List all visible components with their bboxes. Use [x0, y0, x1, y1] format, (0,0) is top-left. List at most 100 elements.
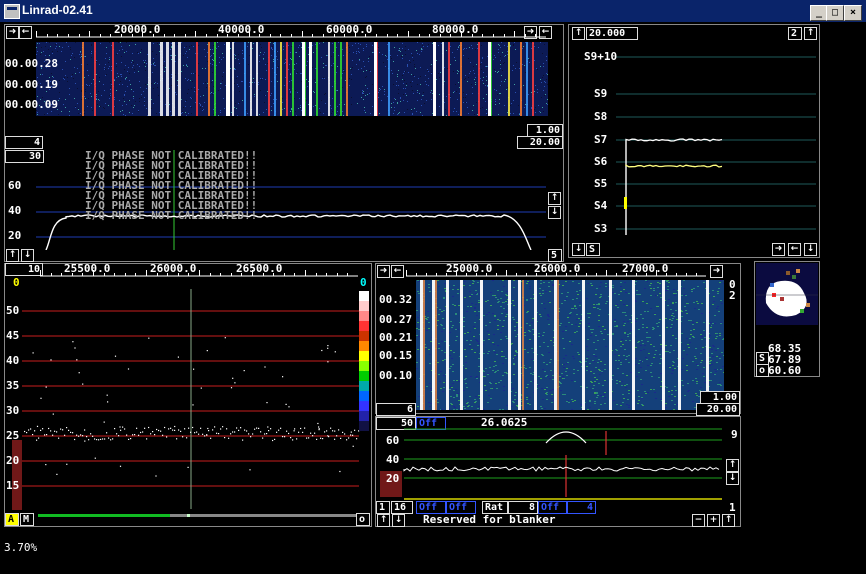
hires-left-arrow-icon[interactable]: ← [391, 265, 404, 278]
hires-right2-arrow-icon[interactable]: ➜ [710, 265, 723, 278]
title-bar[interactable]: Linrad-02.41 _ □ × [0, 0, 866, 22]
afc-down2-arrow-icon[interactable]: ↓ [392, 514, 405, 527]
smeter-left-arrow-icon[interactable]: ← [788, 243, 801, 256]
wide-left-arrow-icon[interactable]: ➜ [6, 26, 19, 39]
waterfall-noise-dot [363, 71, 364, 72]
hires-noise-dot [693, 288, 695, 289]
baseband-noise-dot [326, 430, 328, 432]
wide-waterfall[interactable] [36, 42, 548, 116]
baseband-graph[interactable] [4, 277, 374, 517]
maximize-button[interactable]: □ [826, 5, 844, 21]
baseband-m-button[interactable]: M [20, 513, 34, 526]
waterfall-noise-dot [206, 87, 207, 88]
waterfall-noise-dot [420, 84, 421, 85]
hires-noise-dot [630, 372, 632, 373]
hires-carrier [480, 280, 483, 410]
waterfall-noise-dot [169, 88, 170, 89]
waterfall-noise-dot [323, 42, 324, 43]
waterfall-noise-dot [235, 69, 236, 70]
waterfall-noise-dot [88, 98, 89, 99]
hires-noise-dot [439, 309, 441, 310]
baseband-noise-dot [98, 439, 100, 441]
waterfall-noise-dot [212, 94, 213, 95]
hires-noise-dot [596, 392, 598, 393]
hires-noise-dot [593, 304, 595, 305]
smeter-right-arrow-icon[interactable]: ➜ [772, 243, 785, 256]
hires-noise-dot [453, 352, 455, 353]
hires-noise-dot [454, 407, 456, 408]
hires-waterfall[interactable] [416, 280, 724, 410]
baseband-o-button[interactable]: o [356, 513, 370, 526]
wide-zoom-2[interactable]: 20.00 [517, 136, 563, 149]
hires-noise-dot [516, 327, 518, 328]
spectrum-right-count[interactable]: 5 [548, 249, 562, 262]
waterfall-noise-dot [500, 56, 501, 57]
waterfall-noise-dot [431, 90, 432, 91]
smeter-up-arrow-icon[interactable]: ↑ [572, 27, 585, 40]
smeter-mode-box[interactable]: 2 [788, 27, 802, 40]
afc-up2-arrow-icon[interactable]: ↑ [377, 514, 390, 527]
hires-noise-dot [551, 394, 553, 395]
hires-noise-dot [485, 368, 487, 369]
waterfall-noise-dot [132, 60, 133, 61]
waterfall-noise-dot [393, 84, 394, 85]
window-title: Linrad-02.41 [22, 3, 93, 17]
hires-noise-dot [502, 409, 504, 410]
hires-noise-dot [630, 330, 632, 331]
hires-avg-count[interactable]: 6 [376, 403, 416, 416]
waterfall-noise-dot [152, 51, 153, 52]
hires-noise-dot [449, 332, 451, 333]
hires-noise-dot [451, 387, 453, 388]
spectrum-down2-arrow-icon[interactable]: ↓ [21, 249, 34, 262]
waterfall-noise-dot [42, 74, 43, 75]
waterfall-noise-dot [175, 74, 176, 75]
afc-plus-icon[interactable]: + [707, 514, 720, 527]
baseband-a-button[interactable]: A [5, 513, 19, 526]
waterfall-noise-dot [352, 67, 353, 68]
waterfall-noise-dot [384, 89, 385, 90]
close-button[interactable]: × [844, 5, 862, 21]
afc-button-1[interactable]: 1 [376, 501, 390, 514]
waterfall-carrier [268, 42, 270, 116]
waterfall-noise-dot [362, 92, 363, 93]
polarization-graph[interactable] [756, 263, 818, 325]
waterfall-noise-dot [202, 106, 203, 107]
afc-up-arrow-icon[interactable]: ↑ [726, 459, 739, 472]
wide-avg-count[interactable]: 4 [5, 136, 43, 149]
baseband-noise-dot [162, 434, 164, 436]
hires-noise-dot [690, 320, 692, 321]
waterfall-noise-dot [535, 112, 536, 113]
waterfall-noise-dot [538, 105, 539, 106]
waterfall-noise-dot [339, 104, 340, 105]
hires-noise-dot [692, 336, 694, 337]
waterfall-noise-dot [398, 113, 399, 114]
smeter-s-button[interactable]: S [586, 243, 600, 256]
wide-left-arrow2-icon[interactable]: ← [19, 26, 32, 39]
hires-right-arrow-icon[interactable]: ➜ [377, 265, 390, 278]
waterfall-noise-dot [81, 91, 82, 92]
waterfall-noise-dot [417, 84, 418, 85]
afc-up3-arrow-icon[interactable]: ↑ [722, 514, 735, 527]
baseband-zoom-box[interactable]: 10 [5, 263, 43, 276]
afc-minus-icon[interactable]: − [692, 514, 705, 527]
afc-down-arrow-icon[interactable]: ↓ [726, 472, 739, 485]
baseband-noise-dot [334, 430, 336, 432]
s-meter-graph[interactable] [576, 40, 816, 240]
afc-num-box[interactable]: 4 [566, 501, 596, 514]
spectrum-up-arrow-icon[interactable]: ↑ [548, 192, 561, 205]
baseband-noise-dot [78, 435, 80, 437]
afc-button-16[interactable]: 16 [391, 501, 413, 514]
smeter-down2-arrow-icon[interactable]: ↓ [804, 243, 817, 256]
spectrum-up2-arrow-icon[interactable]: ↑ [6, 249, 19, 262]
hires-zoom-2[interactable]: 20.00 [696, 403, 740, 416]
spectrum-down-arrow-icon[interactable]: ↓ [548, 206, 561, 219]
hires-time-label: 00.27 [379, 313, 413, 326]
waterfall-noise-dot [272, 46, 273, 47]
hires-noise-dot [429, 363, 431, 364]
smeter-up2-arrow-icon[interactable]: ↑ [804, 27, 817, 40]
waterfall-noise-dot [119, 50, 120, 51]
waterfall-noise-dot [254, 96, 255, 97]
waterfall-noise-dot [104, 67, 105, 68]
smeter-down-arrow-icon[interactable]: ↓ [572, 243, 585, 256]
smeter-range-box[interactable]: 20.000 [586, 27, 638, 40]
